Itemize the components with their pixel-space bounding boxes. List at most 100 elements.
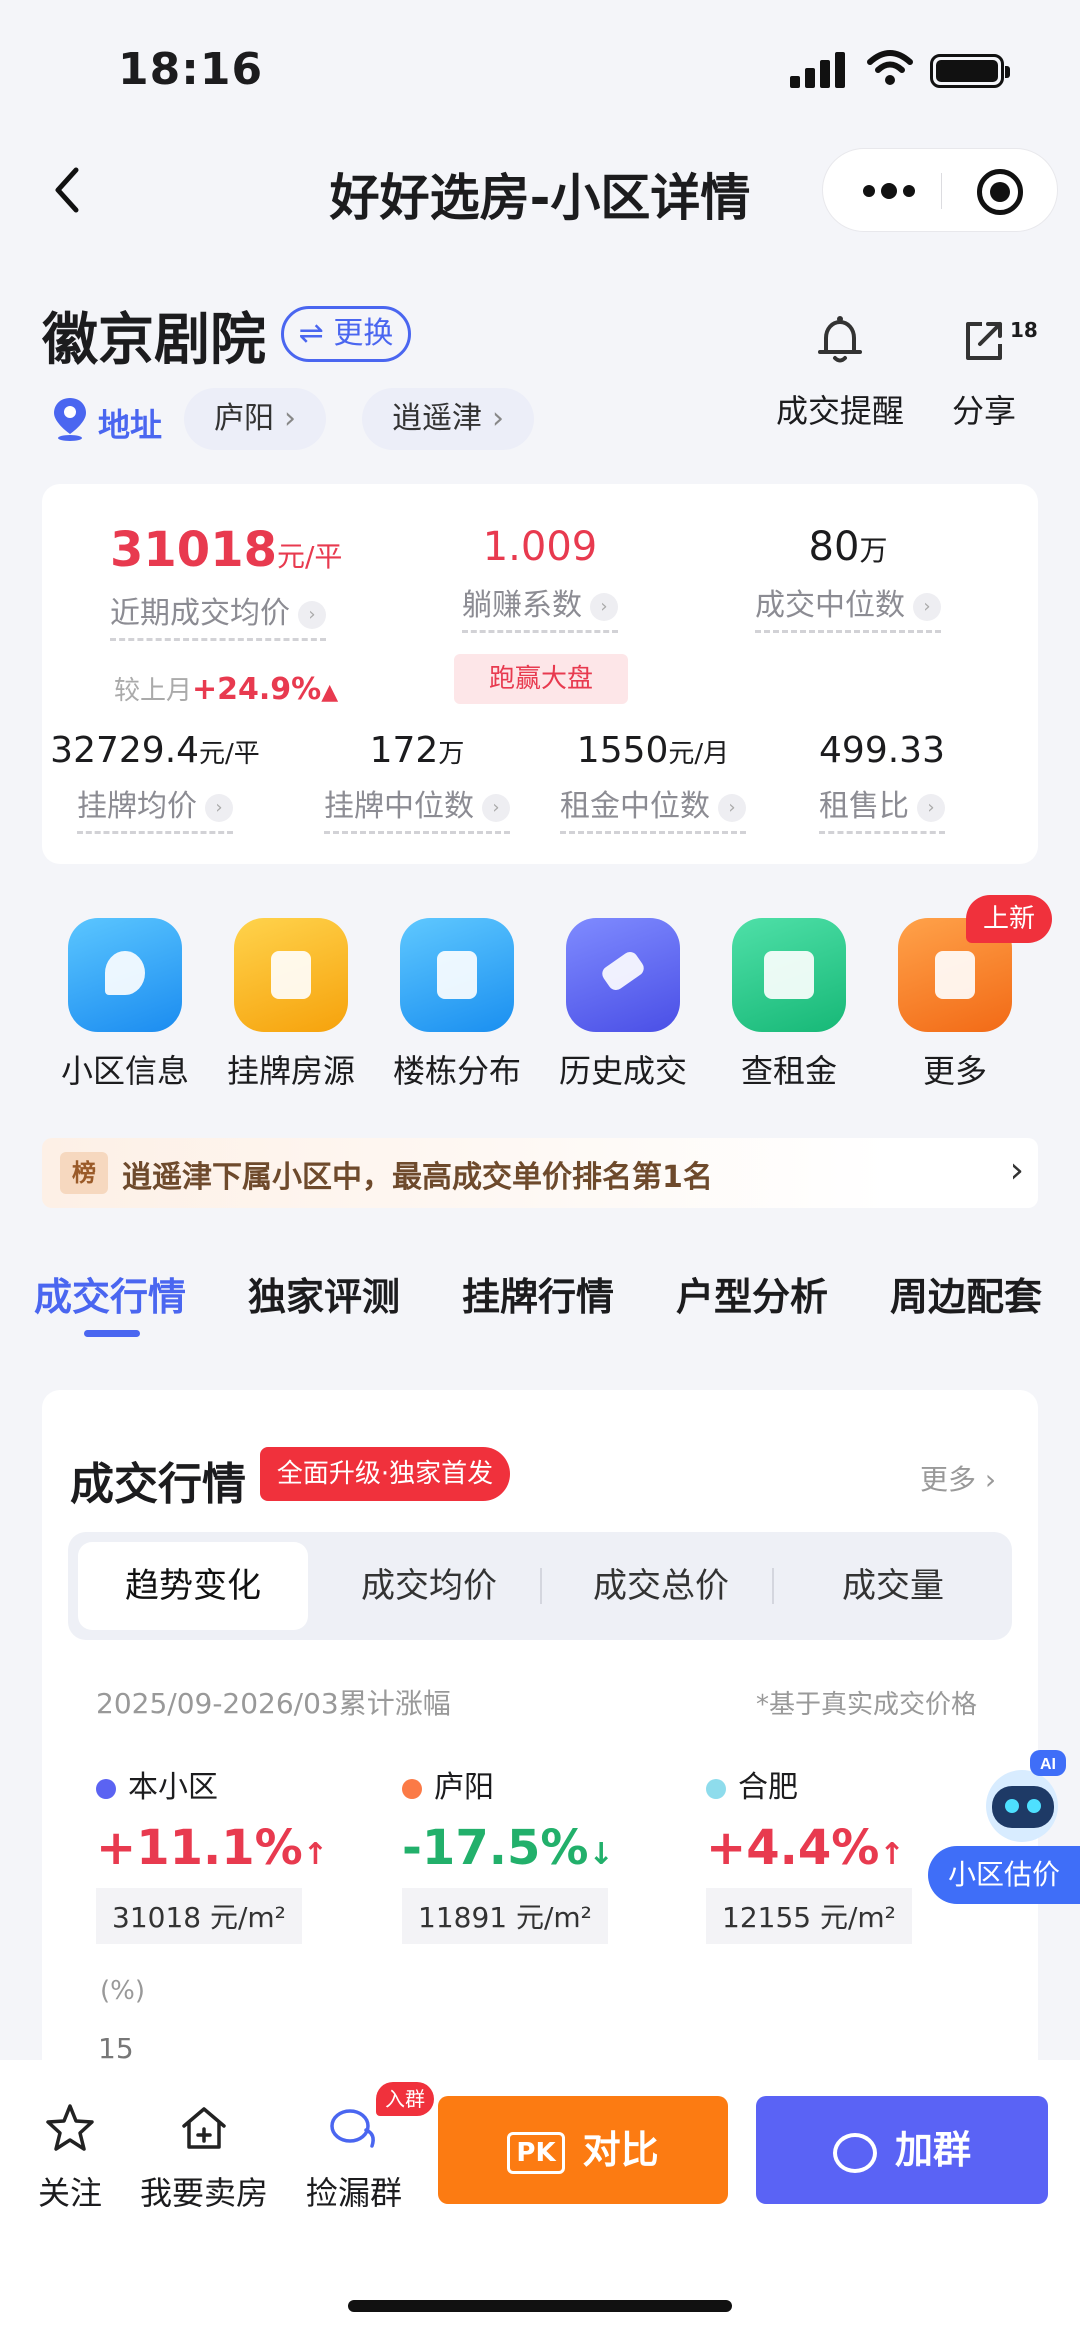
more-icon[interactable]	[863, 175, 923, 207]
chevron-right-icon: ›	[1009, 1150, 1024, 1191]
add-group-label: 加群	[894, 2128, 971, 2172]
entry-community-info[interactable]: 小区信息	[40, 918, 210, 1092]
rent-median-unit: 元/月	[668, 739, 730, 769]
pk-badge: PK	[507, 2131, 565, 2174]
wifi-icon	[867, 50, 913, 85]
new-badge: 上新	[966, 895, 1052, 943]
entry-label: 小区信息	[60, 1052, 189, 1090]
miniprogram-capsule	[822, 148, 1058, 232]
info-icon: ›	[913, 592, 941, 621]
entry-label: 查租金	[740, 1052, 837, 1090]
rent-ratio-value: 499.33	[819, 730, 945, 771]
median-deal-unit: 万	[859, 534, 888, 567]
chevron-right-icon: ›	[284, 401, 296, 436]
tab-deal-market[interactable]: 成交行情	[34, 1266, 186, 1321]
ai-badge: AI	[1040, 1756, 1056, 1773]
legend-dot	[402, 1778, 422, 1799]
rent-ratio-stat[interactable]: 499.33 租售比 ›	[802, 730, 962, 834]
bargain-group-button[interactable]: 捡漏群	[306, 2100, 402, 2214]
chat-icon	[832, 2132, 877, 2173]
compare-pct: +11.1%	[96, 1820, 303, 1876]
share-count-badge: 18	[1010, 318, 1038, 342]
compare-city: 合肥 +4.4%↑ 12155 元/m²	[706, 1762, 912, 1944]
bottom-action-bar: 关注 我要卖房 捡漏群 入群 PK 对比 加群	[0, 2060, 1080, 2337]
tab-surroundings[interactable]: 周边配套	[890, 1266, 1042, 1321]
segment-total-price[interactable]: 成交总价	[546, 1542, 776, 1630]
entry-more[interactable]: 更多	[870, 918, 1040, 1092]
entry-label: 历史成交	[558, 1052, 687, 1090]
upgrade-tag: 全面升级·独家首发	[260, 1447, 510, 1501]
suitcase-icon	[732, 918, 846, 1032]
segment-trend[interactable]: 趋势变化	[78, 1542, 308, 1630]
share-button[interactable]: 分享	[952, 312, 1016, 432]
rent-median-value: 1550	[576, 730, 669, 771]
legend-dot	[706, 1778, 726, 1799]
list-median-value: 172	[369, 730, 439, 771]
chevron-right-icon: ›	[492, 401, 504, 436]
segment-avg-price[interactable]: 成交均价	[314, 1542, 544, 1630]
entry-buildings[interactable]: 楼栋分布	[372, 918, 542, 1092]
district-chip[interactable]: 庐阳 ›	[184, 388, 326, 450]
rank-badge: 榜	[60, 1152, 108, 1194]
switch-community-button[interactable]: ⇌ 更换	[281, 306, 411, 362]
entry-listings[interactable]: 挂牌房源	[206, 918, 376, 1092]
info-icon: ›	[718, 793, 746, 822]
list-median-unit: 万	[438, 739, 465, 769]
median-deal-stat[interactable]: 80万 成交中位数 ›	[748, 524, 948, 633]
buildings-icon	[400, 918, 514, 1032]
tab-floorplan[interactable]: 户型分析	[676, 1266, 828, 1321]
list-median-stat[interactable]: 172万 挂牌中位数 ›	[322, 730, 512, 834]
info-icon: ›	[590, 592, 618, 621]
close-miniprogram-icon[interactable]	[977, 169, 1023, 215]
coef-stat[interactable]: 1.009 躺赚系数 ›	[450, 524, 630, 633]
info-icon: ›	[205, 793, 233, 822]
compare-button[interactable]: PK 对比	[438, 2096, 728, 2204]
segment-volume[interactable]: 成交量	[778, 1542, 1008, 1630]
compare-name: 庐阳	[434, 1770, 494, 1805]
tab-exclusive-review[interactable]: 独家评测	[248, 1266, 400, 1321]
chip-label: 逍遥津	[392, 401, 482, 436]
star-icon	[46, 2104, 94, 2151]
share-icon	[966, 322, 1002, 360]
bell-icon	[818, 316, 862, 363]
avg-deal-price: 31018	[110, 522, 277, 578]
community-info-icon	[68, 918, 182, 1032]
legend-dot	[96, 1778, 116, 1799]
location-pin-icon	[54, 398, 86, 441]
mom-label: 较上月	[114, 676, 193, 706]
deal-alert-label: 成交提醒	[776, 392, 905, 430]
list-median-label: 挂牌中位数	[324, 789, 474, 824]
rank-text: 逍遥津下属小区中，最高成交单价排名第1名	[122, 1160, 713, 1195]
coef-value: 1.009	[482, 524, 598, 570]
entry-rent[interactable]: 查租金	[704, 918, 874, 1092]
list-avg-label: 挂牌均价	[77, 789, 197, 824]
tab-listing-market[interactable]: 挂牌行情	[462, 1266, 614, 1321]
add-group-button[interactable]: 加群	[756, 2096, 1048, 2204]
list-avg-stat[interactable]: 32729.4元/平 挂牌均价 ›	[50, 730, 260, 834]
more-link[interactable]: 更多 ›	[920, 1458, 996, 1498]
down-arrow-icon: ↓	[588, 1837, 614, 1872]
listings-icon	[234, 918, 348, 1032]
home-indicator	[348, 2300, 732, 2312]
house-icon	[182, 2107, 226, 2149]
stats-card: 31018元/平 近期成交均价 › 较上月+24.9%▲ 1.009 躺赚系数 › …	[42, 484, 1038, 864]
follow-button[interactable]: 关注	[38, 2100, 102, 2214]
estimate-button[interactable]: 小区估价	[928, 1846, 1080, 1904]
area-chip[interactable]: 逍遥津 ›	[362, 388, 534, 450]
compare-label: 对比	[582, 2128, 659, 2172]
ai-robot-icon[interactable]: AI	[978, 1748, 1068, 1848]
ranking-banner[interactable]: 榜 逍遥津下属小区中，最高成交单价排名第1名 ›	[42, 1138, 1038, 1208]
chat-group-icon	[330, 2109, 375, 2148]
beat-market-tag: 跑赢大盘	[454, 654, 628, 704]
avg-deal-price-stat[interactable]: 31018元/平 近期成交均价 ›	[110, 522, 342, 641]
info-icon: ›	[298, 600, 326, 629]
rent-median-stat[interactable]: 1550元/月 租金中位数 ›	[558, 730, 748, 834]
list-avg-value: 32729.4	[50, 730, 200, 771]
median-deal-label: 成交中位数	[755, 588, 905, 623]
sell-house-button[interactable]: 我要卖房	[140, 2100, 268, 2214]
follow-label: 关注	[38, 2174, 103, 2212]
address-label: 地址	[98, 406, 163, 444]
deal-alert-button[interactable]: 成交提醒	[776, 312, 904, 432]
compare-district: 庐阳 -17.5%↓ 11891 元/m²	[402, 1762, 614, 1944]
entry-history-deals[interactable]: 历史成交	[538, 918, 708, 1092]
